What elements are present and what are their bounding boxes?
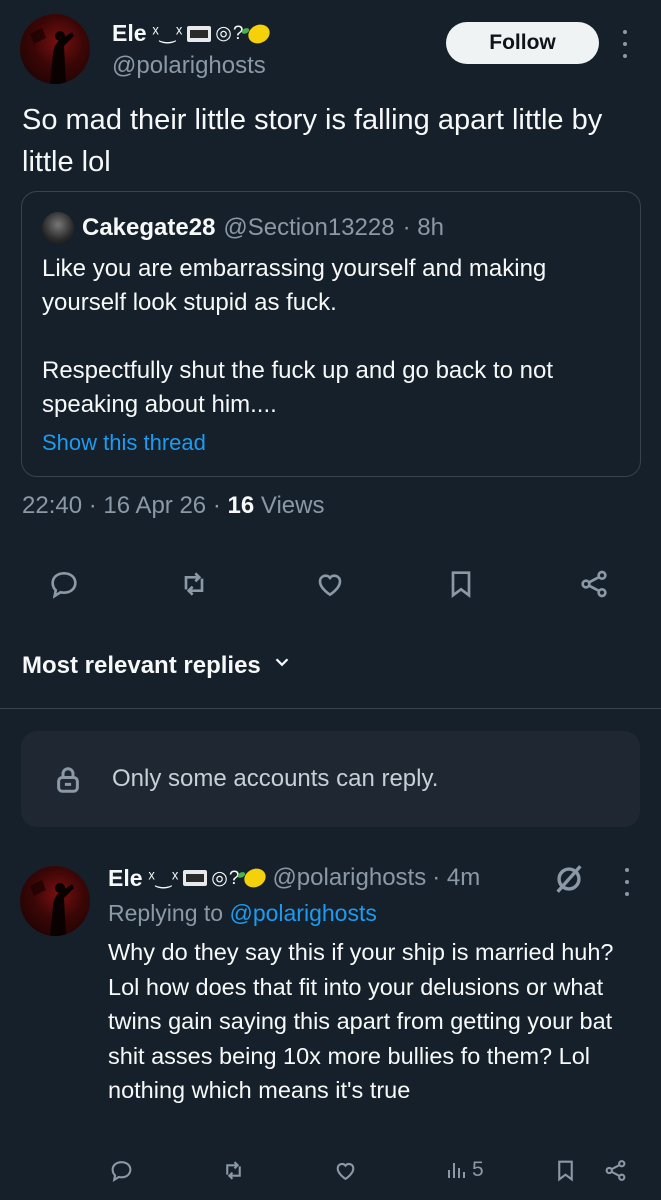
share-icon[interactable]: [572, 562, 616, 606]
replying-to-handle[interactable]: @polarighosts: [229, 900, 376, 926]
lock-icon: [53, 765, 83, 795]
replies-sort-label: Most relevant replies: [22, 651, 261, 679]
reply-author-avatar[interactable]: [20, 866, 90, 936]
reply-restriction-text: Only some accounts can reply.: [112, 765, 439, 792]
reply-views[interactable]: 5: [444, 1153, 484, 1187]
avatar-image: [30, 28, 74, 84]
spiral-emoji: ◎?: [211, 867, 241, 889]
show-thread-link[interactable]: Show this thread: [42, 430, 206, 456]
dizzy-face-emoji: ˣ‿ˣ: [148, 867, 180, 889]
views-icon: [448, 1163, 465, 1178]
bookmark-icon[interactable]: [548, 1153, 582, 1187]
quote-age: · 8h: [402, 214, 444, 241]
quote-text: Like you are embarrassing yourself and m…: [42, 252, 622, 422]
reply-author-handle[interactable]: @polarighosts: [272, 864, 426, 892]
replying-to: Replying to @polarighosts: [108, 900, 377, 927]
quote-author-avatar: [42, 212, 74, 244]
post-text: So mad their little story is falling apa…: [22, 104, 603, 178]
grok-icon[interactable]: [552, 862, 586, 896]
views-count[interactable]: 16: [228, 492, 255, 519]
page: Ele ˣ‿ˣ ◎? @polarighosts Follow So mad t…: [0, 0, 661, 1200]
bookmark-icon[interactable]: [439, 562, 483, 606]
quoted-post[interactable]: Cakegate28 @Section13228 · 8h Like you a…: [21, 191, 641, 477]
dizzy-face-emoji: ˣ‿ˣ: [152, 23, 184, 44]
meta-separator: ·: [88, 492, 97, 519]
lemon-emoji: [245, 20, 274, 47]
reply-icon[interactable]: [42, 562, 86, 606]
quote-author-handle: @Section13228: [223, 214, 395, 241]
author-avatar[interactable]: [20, 14, 90, 84]
replying-to-prefix: Replying to: [108, 900, 224, 926]
reply-action-bar: 5: [98, 1153, 638, 1187]
post-date: 16 Apr 26: [103, 492, 207, 519]
post-meta: 22:40 · 16 Apr 26 · 16 Views: [22, 492, 324, 520]
share-icon[interactable]: [598, 1153, 632, 1187]
author-name-row: Ele ˣ‿ˣ ◎?: [112, 20, 274, 47]
quote-paragraph: Like you are embarrassing yourself and m…: [42, 255, 547, 316]
views-label[interactable]: Views: [261, 492, 325, 519]
post-action-bar: [22, 562, 622, 606]
meta-separator: ·: [212, 492, 221, 519]
lemon-emoji: [241, 865, 270, 891]
quote-author-name: Cakegate28: [82, 214, 216, 241]
like-icon[interactable]: [308, 562, 352, 606]
author-handle[interactable]: @polarighosts: [112, 52, 266, 80]
post-time: 22:40: [22, 492, 83, 519]
divider: [0, 708, 661, 709]
avatar-image: [30, 880, 74, 936]
repost-icon[interactable]: [172, 562, 216, 606]
reply-views-count: 5: [472, 1158, 484, 1181]
quote-paragraph: Respectfully shut the fuck up and go bac…: [42, 357, 553, 418]
reply-author-emojis: ˣ‿ˣ ◎?: [148, 865, 270, 891]
reply-author-name[interactable]: Ele: [108, 865, 143, 892]
follow-button[interactable]: Follow: [446, 22, 599, 64]
author-name[interactable]: Ele: [112, 20, 147, 47]
reply-icon[interactable]: [104, 1153, 138, 1187]
reply-header: Ele ˣ‿ˣ ◎? @polarighosts · 4m: [108, 864, 480, 892]
reply-text: Why do they say this if your ship is mar…: [108, 939, 614, 1103]
reply-restriction-notice: Only some accounts can reply.: [21, 731, 640, 827]
post-header: Ele ˣ‿ˣ ◎? @polarighosts Follow: [20, 14, 641, 84]
more-options-icon[interactable]: [620, 868, 634, 896]
film-emoji: [187, 25, 212, 42]
replies-sort-dropdown[interactable]: Most relevant replies: [22, 651, 293, 680]
like-icon[interactable]: [328, 1153, 362, 1187]
chevron-down-icon: [271, 651, 293, 680]
more-options-icon[interactable]: [618, 30, 632, 58]
quote-header: Cakegate28 @Section13228 · 8h: [42, 212, 444, 244]
reply-post[interactable]: Ele ˣ‿ˣ ◎? @polarighosts · 4m Replying t…: [20, 862, 645, 1182]
reply-age: · 4m: [432, 864, 481, 891]
spiral-emoji: ◎?: [215, 23, 245, 44]
author-emojis: ˣ‿ˣ ◎?: [152, 20, 274, 47]
repost-icon[interactable]: [216, 1153, 250, 1187]
film-emoji: [183, 870, 208, 886]
